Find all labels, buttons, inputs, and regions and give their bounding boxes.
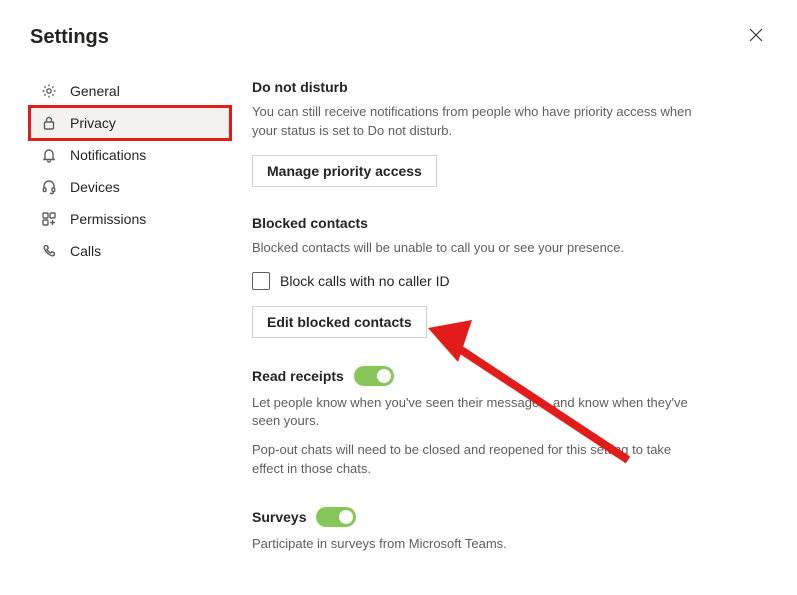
section-description: You can still receive notifications from… [252,103,700,141]
section-description: Participate in surveys from Microsoft Te… [252,535,700,554]
manage-priority-access-button[interactable]: Manage priority access [252,155,437,187]
sidebar-item-label: Permissions [70,211,146,227]
sidebar-item-label: Devices [70,179,120,195]
sidebar-item-label: Calls [70,243,101,259]
sidebar-item-general[interactable]: General [30,75,230,107]
surveys-toggle[interactable] [316,507,356,527]
page-title: Settings [30,26,109,49]
apps-icon [40,210,58,228]
block-no-caller-id-checkbox[interactable] [252,272,270,290]
sidebar-item-label: Privacy [70,115,116,131]
read-receipts-toggle[interactable] [354,366,394,386]
checkbox-label: Block calls with no caller ID [280,273,450,289]
section-title: Blocked contacts [252,215,700,231]
section-blocked-contacts: Blocked contacts Blocked contacts will b… [252,215,700,338]
section-description: Blocked contacts will be unable to call … [252,239,700,258]
sidebar-item-calls[interactable]: Calls [30,235,230,267]
section-description: Let people know when you've seen their m… [252,394,700,432]
section-surveys: Surveys Participate in surveys from Micr… [252,507,700,554]
section-read-receipts: Read receipts Let people know when you'v… [252,366,700,479]
sidebar-item-devices[interactable]: Devices [30,171,230,203]
phone-icon [40,242,58,260]
bell-icon [40,146,58,164]
content-panel: Do not disturb You can still receive not… [230,61,700,595]
edit-blocked-contacts-button[interactable]: Edit blocked contacts [252,306,427,338]
sidebar-item-label: Notifications [70,147,146,163]
section-title: Do not disturb [252,79,700,95]
section-title: Read receipts [252,368,344,384]
section-title: Surveys [252,509,306,525]
gear-icon [40,82,58,100]
lock-icon [40,114,58,132]
sidebar-item-privacy[interactable]: Privacy [30,107,230,139]
headset-icon [40,178,58,196]
section-description: Pop-out chats will need to be closed and… [252,441,700,479]
sidebar-item-label: General [70,83,120,99]
sidebar-item-permissions[interactable]: Permissions [30,203,230,235]
sidebar-item-notifications[interactable]: Notifications [30,139,230,171]
close-icon[interactable] [745,24,767,51]
sidebar: General Privacy Notifications Devices [30,61,230,595]
section-do-not-disturb: Do not disturb You can still receive not… [252,79,700,187]
